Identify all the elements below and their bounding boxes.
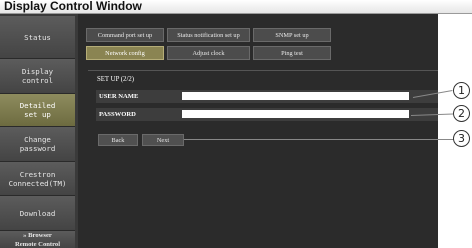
sidebar-item-browser-remote-control[interactable]: » Browser Remote Control [0, 231, 75, 248]
tab-network-config[interactable]: Network config [86, 46, 164, 60]
window-titlebar: Display Control Window [0, 0, 472, 14]
tab-ping-test[interactable]: Ping test [253, 46, 331, 60]
setup-title: SET UP (2/2) [97, 76, 135, 83]
username-input[interactable] [182, 92, 409, 100]
next-button[interactable]: Next [142, 134, 184, 146]
password-input[interactable] [182, 110, 409, 118]
callout-3: 3 [453, 130, 470, 147]
tab-command-port-setup[interactable]: Command port set up [86, 28, 164, 42]
callout-3-line [184, 139, 454, 140]
username-label: USER NAME [99, 93, 139, 100]
sidebar-item-crestron-connected[interactable]: Crestron Connected(TM) [0, 162, 75, 196]
sidebar-item-status[interactable]: Status [0, 16, 75, 59]
sidebar: Status Display control Detailed set up C… [0, 14, 78, 248]
password-row: PASSWORD [96, 108, 438, 121]
tab-snmp-setup[interactable]: SNMP set up [253, 28, 331, 42]
username-row: USER NAME [96, 90, 438, 103]
callout-2: 2 [453, 105, 470, 122]
tab-adjust-clock[interactable]: Adjust clock [167, 46, 250, 60]
callout-1: 1 [453, 82, 470, 99]
sidebar-item-download[interactable]: Download [0, 196, 75, 231]
window-title: Display Control Window [4, 0, 142, 13]
password-label: PASSWORD [99, 111, 136, 118]
divider [88, 70, 438, 71]
back-button[interactable]: Back [98, 134, 138, 146]
sidebar-item-detailed-setup[interactable]: Detailed set up [0, 94, 75, 127]
sidebar-item-change-password[interactable]: Change password [0, 127, 75, 162]
sidebar-item-display-control[interactable]: Display control [0, 59, 75, 94]
tab-status-notification-setup[interactable]: Status notification set up [167, 28, 250, 42]
control-window: Status Display control Detailed set up C… [0, 14, 438, 248]
